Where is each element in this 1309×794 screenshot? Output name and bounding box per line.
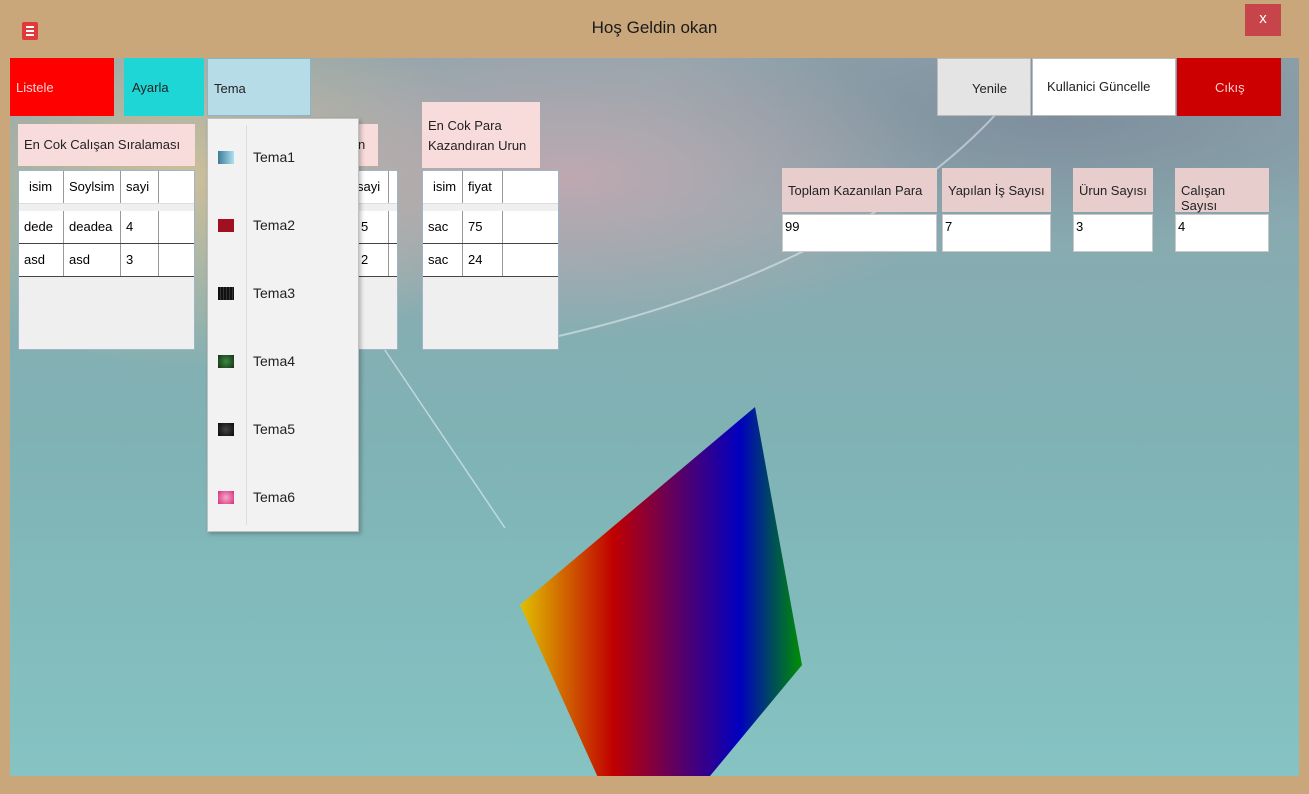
table-row[interactable]: dede deadea 4 bbox=[19, 211, 194, 244]
toplam-para-label: Toplam Kazanılan Para bbox=[782, 168, 937, 212]
theme4-swatch-icon bbox=[218, 355, 234, 368]
menu-item-label: Tema4 bbox=[253, 353, 296, 369]
menu-item-tema4[interactable]: Tema4 bbox=[208, 341, 358, 381]
menu-item-label: Tema3 bbox=[253, 285, 296, 301]
gradient-polygon-shape bbox=[520, 407, 802, 776]
table-cell: asd bbox=[64, 244, 121, 276]
theme6-swatch-icon bbox=[218, 491, 234, 504]
yapilan-is-field[interactable]: 7 bbox=[942, 214, 1051, 252]
menu-item-label: Tema6 bbox=[253, 489, 296, 505]
listele-button[interactable]: Listele bbox=[10, 58, 114, 116]
table-cell: asd bbox=[19, 244, 64, 276]
column-header: sayi bbox=[121, 171, 159, 203]
yapilan-is-label: Yapılan İş Sayısı bbox=[942, 168, 1051, 212]
table-cell: 3 bbox=[121, 244, 159, 276]
table-cell: sac bbox=[423, 211, 463, 243]
urun-ranking-grid[interactable]: isim fiyat sac 75 sac 24 bbox=[422, 170, 559, 350]
menu-icon-separator bbox=[246, 125, 247, 525]
background-art bbox=[369, 97, 1011, 776]
table-cell: dede bbox=[19, 211, 64, 243]
urun-sayisi-field[interactable]: 3 bbox=[1073, 214, 1153, 252]
main-area: Listele Ayarla Tema Yenile Kullanici Gün… bbox=[10, 58, 1299, 776]
urun-ranking-title: En Cok Para Kazandıran Urun bbox=[422, 102, 540, 168]
menu-item-tema5[interactable]: Tema5 bbox=[208, 409, 358, 449]
theme1-swatch-icon bbox=[218, 151, 234, 164]
table-cell: deadea bbox=[64, 211, 121, 243]
table-row[interactable]: sac 24 bbox=[423, 244, 558, 277]
table-header: isim Soylsim sayi bbox=[19, 171, 194, 204]
title-bar: Hoş Geldin okan x bbox=[0, 0, 1309, 58]
menu-item-label: Tema2 bbox=[253, 217, 296, 233]
table-cell: 75 bbox=[463, 211, 503, 243]
close-button[interactable]: x bbox=[1245, 4, 1281, 36]
column-header: isim bbox=[19, 171, 64, 203]
table-row[interactable]: asd asd 3 bbox=[19, 244, 194, 277]
yenile-button[interactable]: Yenile bbox=[937, 58, 1031, 116]
menu-item-label: Tema5 bbox=[253, 421, 296, 437]
window-title: Hoş Geldin okan bbox=[591, 18, 718, 37]
theme2-swatch-icon bbox=[218, 219, 234, 232]
theme5-swatch-icon bbox=[218, 423, 234, 436]
calisan-sayisi-label: Calışan Sayısı bbox=[1175, 168, 1269, 213]
column-header: isim bbox=[423, 171, 463, 203]
table-header: isim fiyat bbox=[423, 171, 558, 204]
cikis-button[interactable]: Cıkış bbox=[1177, 58, 1281, 116]
calisan-sayisi-field[interactable]: 4 bbox=[1175, 214, 1269, 252]
theme3-swatch-icon bbox=[218, 287, 234, 300]
menu-item-tema3[interactable]: Tema3 bbox=[208, 273, 358, 313]
table-cell: sac bbox=[423, 244, 463, 276]
calisan-ranking-grid[interactable]: isim Soylsim sayi dede deadea 4 asd asd … bbox=[18, 170, 195, 350]
menu-item-tema2[interactable]: Tema2 bbox=[208, 205, 358, 245]
urun-sayisi-label: Ürun Sayısı bbox=[1073, 168, 1153, 212]
table-cell: 4 bbox=[121, 211, 159, 243]
table-row[interactable]: sac 75 bbox=[423, 211, 558, 244]
main-window: Hoş Geldin okan x Listele Ayarla Tema Ye… bbox=[0, 0, 1309, 794]
toplam-para-field[interactable]: 99 bbox=[782, 214, 937, 252]
calisan-ranking-title: En Cok Calışan Sıralaması bbox=[18, 124, 195, 166]
column-header: Soylsim bbox=[64, 171, 121, 203]
table-cell: 24 bbox=[463, 244, 503, 276]
menu-item-label: Tema1 bbox=[253, 149, 296, 165]
kullanici-guncelle-button[interactable]: Kullanici Güncelle bbox=[1032, 58, 1176, 116]
menu-item-tema1[interactable]: Tema1 bbox=[208, 137, 358, 177]
ayarla-button[interactable]: Ayarla bbox=[124, 58, 204, 116]
menu-item-tema6[interactable]: Tema6 bbox=[208, 477, 358, 517]
tema-dropdown-menu: Tema1 Tema2 Tema3 Tema4 Tema5 Tema6 bbox=[207, 118, 359, 532]
column-header: fiyat bbox=[463, 171, 503, 203]
tema-menu-button[interactable]: Tema bbox=[207, 58, 311, 116]
